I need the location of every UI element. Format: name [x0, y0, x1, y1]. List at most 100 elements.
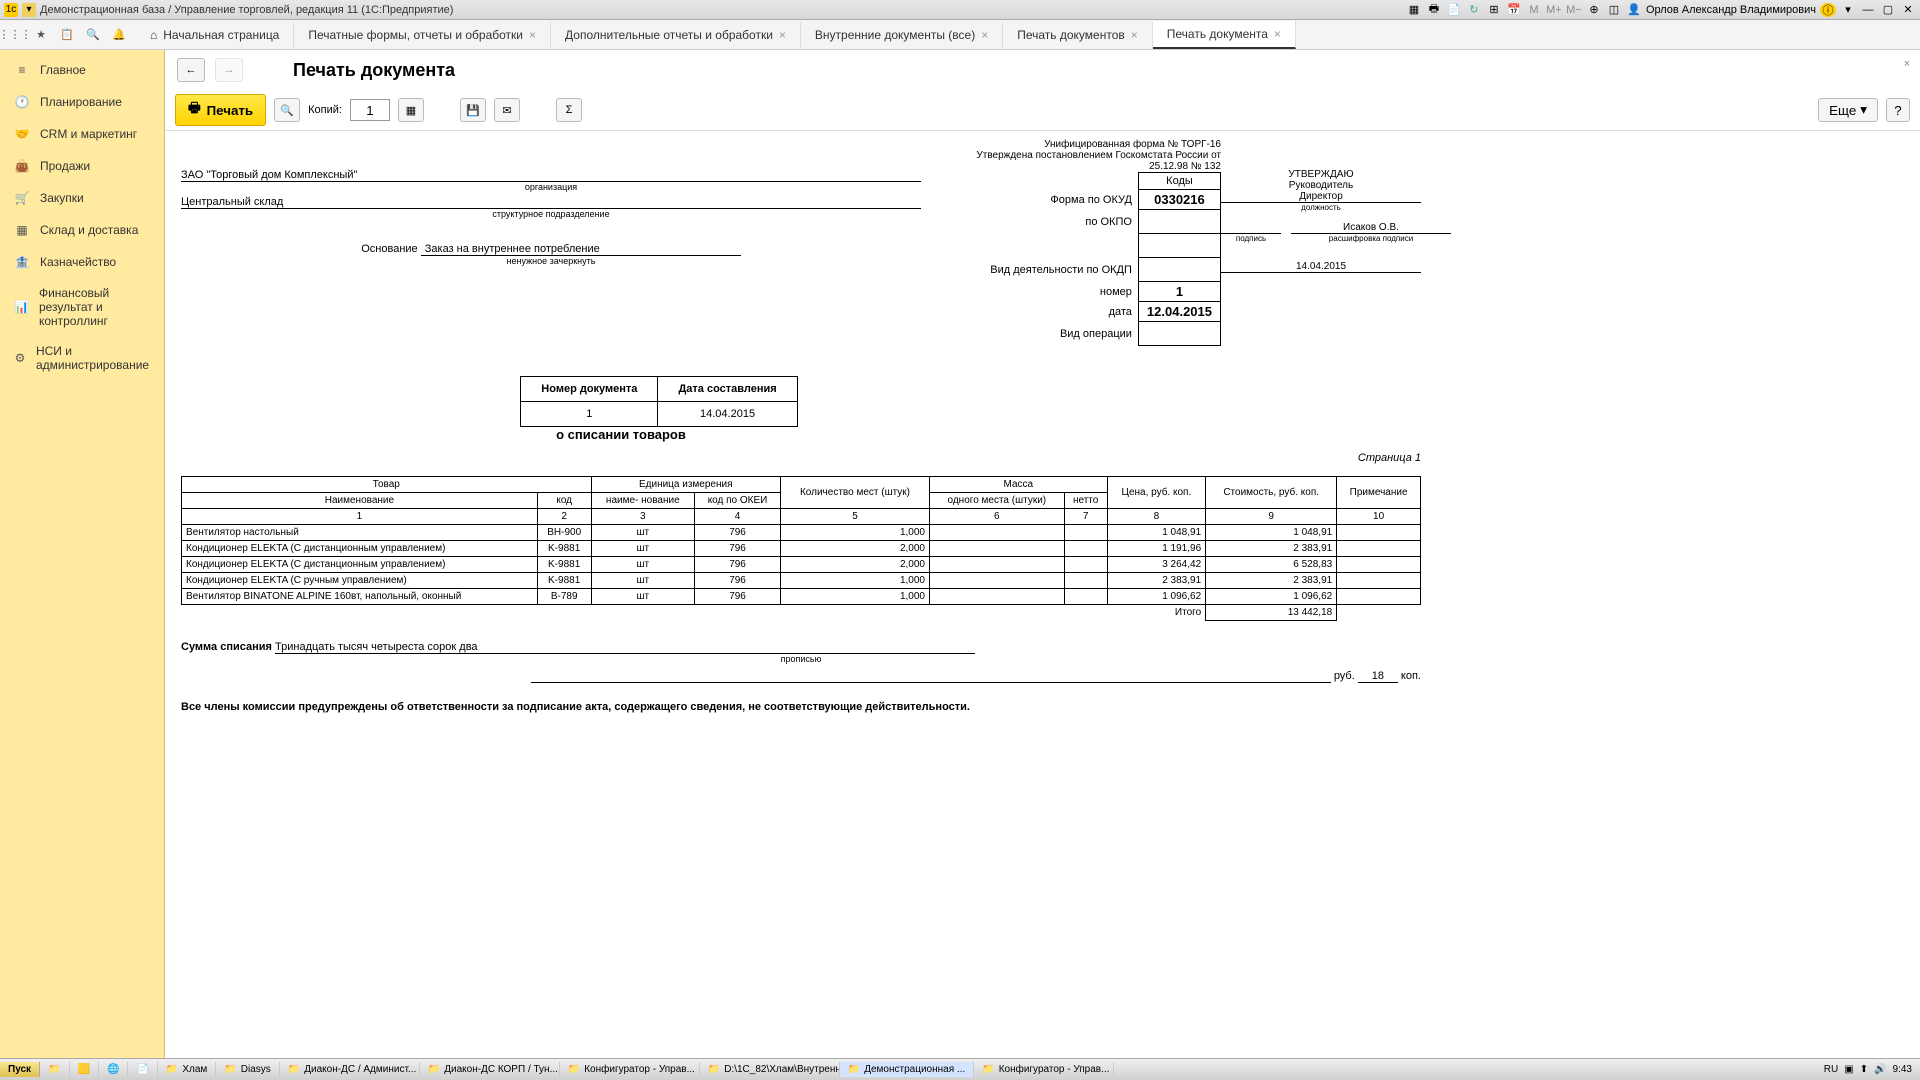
save-button[interactable]: 💾	[460, 98, 486, 122]
more-button[interactable]: Еще▾	[1818, 98, 1878, 122]
org-caption: организация	[181, 182, 921, 192]
lang-indicator[interactable]: RU	[1824, 1064, 1838, 1075]
m-plus-icon[interactable]: M+	[1546, 3, 1562, 17]
toolbar-icon[interactable]: ▦	[1406, 3, 1422, 17]
quick-launch[interactable]: 🌐	[99, 1062, 128, 1077]
app-icon: 1c	[4, 3, 18, 17]
close-icon[interactable]: ×	[1274, 27, 1281, 41]
dropdown-icon[interactable]: ▾	[22, 3, 36, 17]
sidebar-item-main[interactable]: ≡Главное	[0, 54, 164, 86]
tab-home[interactable]: ⌂ Начальная страница	[136, 22, 294, 48]
sidebar-label: Главное	[40, 63, 86, 77]
task-item[interactable]: 📁D:\1С_82\Хлам\Внутренн...	[700, 1062, 840, 1077]
form-header1: Унифицированная форма № ТОРГ-16	[941, 139, 1221, 150]
tray-icon[interactable]: ▣	[1844, 1064, 1853, 1075]
maximize-icon[interactable]: ▢	[1880, 3, 1896, 17]
tab-item[interactable]: Внутренние документы (все) ×	[801, 22, 1003, 48]
th-price: Цена, руб. коп.	[1107, 477, 1205, 509]
close-icon[interactable]: ×	[529, 28, 536, 42]
apps-icon[interactable]: ⋮⋮⋮	[6, 26, 24, 44]
bell-icon[interactable]: 🔔	[110, 26, 128, 44]
layout-icon[interactable]: ◫	[1606, 3, 1622, 17]
sidebar-label: Планирование	[40, 95, 122, 109]
start-button[interactable]: Пуск	[0, 1062, 40, 1077]
th-mass: Масса	[929, 477, 1107, 493]
sidebar-item-sales[interactable]: 👜Продажи	[0, 150, 164, 182]
window-title: Демонстрационная база / Управление торго…	[40, 4, 1406, 16]
doc-icon[interactable]: 📄	[1446, 3, 1462, 17]
forward-button[interactable]: →	[215, 58, 243, 82]
clipboard-icon[interactable]: 📋	[58, 26, 76, 44]
close-icon[interactable]: ×	[779, 28, 786, 42]
task-item[interactable]: 📁Конфигуратор - Управ...	[974, 1062, 1114, 1077]
gear-icon: ⚙	[14, 350, 26, 366]
tab-item[interactable]: Дополнительные отчеты и обработки×	[551, 22, 801, 48]
tab-label: Внутренние документы (все)	[815, 28, 975, 42]
tray-icon[interactable]: 🔊	[1874, 1064, 1886, 1075]
back-button[interactable]: ←	[177, 58, 205, 82]
sidebar-item-purchase[interactable]: 🛒Закупки	[0, 182, 164, 214]
document-area: ЗАО "Торговый дом Комплексный" организац…	[165, 131, 1920, 1060]
star-icon[interactable]: ★	[32, 26, 50, 44]
tab-item[interactable]: Печать документов×	[1003, 22, 1153, 48]
copies-input[interactable]	[350, 99, 390, 121]
table-row: Вентилятор настольныйBH-900шт7961,0001 0…	[182, 525, 1421, 541]
col-number: 6	[929, 509, 1064, 525]
close-icon[interactable]: ×	[1131, 28, 1138, 42]
sidebar-item-planning[interactable]: 🕐Планирование	[0, 86, 164, 118]
close-icon[interactable]: ×	[981, 28, 988, 42]
tab-item-active[interactable]: Печать документа×	[1153, 21, 1296, 49]
clock: 9:43	[1893, 1064, 1912, 1075]
sum-button[interactable]: Σ	[556, 98, 582, 122]
sidebar-label: Казначейство	[40, 255, 116, 269]
help-button[interactable]: ?	[1886, 98, 1910, 122]
rub-value: 18	[1358, 670, 1398, 683]
minimize-icon[interactable]: —	[1860, 3, 1876, 17]
page-number: Страница 1	[181, 452, 1421, 464]
sidebar-item-finance[interactable]: 📊Финансовый результат и контроллинг	[0, 278, 164, 336]
print-button[interactable]: 🖶Печать	[175, 94, 266, 126]
sidebar-item-crm[interactable]: 🤝CRM и маркетинг	[0, 118, 164, 150]
task-item[interactable]: 📁Diasys	[216, 1062, 279, 1077]
tab-item[interactable]: Печатные формы, отчеты и обработки×	[294, 22, 551, 48]
task-item[interactable]: 📁Демонстрационная ...	[840, 1062, 974, 1077]
dept-caption: структурное подразделение	[181, 209, 921, 219]
tabbar: ⌂ Начальная страница Печатные формы, отч…	[136, 21, 1914, 49]
quick-launch[interactable]: 🟨	[70, 1062, 99, 1077]
sidebar-label: Закупки	[40, 191, 84, 205]
more-label: Еще	[1829, 103, 1856, 118]
calc-icon[interactable]: ⊞	[1486, 3, 1502, 17]
preview-button[interactable]: 🔍	[274, 98, 300, 122]
close-page-icon[interactable]: ×	[1904, 58, 1910, 70]
th-note: Примечание	[1337, 477, 1421, 509]
m-icon[interactable]: M	[1526, 3, 1542, 17]
th-goods: Товар	[182, 477, 592, 493]
task-item[interactable]: 📁Хлам	[158, 1062, 216, 1077]
task-item[interactable]: 📁Конфигуратор - Управ...	[560, 1062, 700, 1077]
quick-launch[interactable]: 📄	[128, 1062, 157, 1077]
okud-value: 0330216	[1138, 190, 1220, 210]
refresh-icon[interactable]: ↻	[1466, 3, 1482, 17]
dropdown-icon[interactable]: ▾	[1840, 3, 1856, 17]
close-icon[interactable]: ✕	[1900, 3, 1916, 17]
sidebar-item-treasury[interactable]: 🏦Казначейство	[0, 246, 164, 278]
calendar-icon[interactable]: 📅	[1506, 3, 1522, 17]
table-row: Кондиционер ELEKTA (С дистанционным упра…	[182, 557, 1421, 573]
info-icon[interactable]: ⓘ	[1820, 3, 1836, 17]
quick-launch[interactable]: 📁	[40, 1062, 69, 1077]
zoom-in-icon[interactable]: ⊕	[1586, 3, 1602, 17]
task-item[interactable]: 📁Диакон-ДС КОРП / Тун...	[420, 1062, 560, 1077]
approve-date: 14.04.2015	[1221, 261, 1421, 273]
m-minus-icon[interactable]: M−	[1566, 3, 1582, 17]
sidebar-item-warehouse[interactable]: ▦Склад и доставка	[0, 214, 164, 246]
org-name: ЗАО "Торговый дом Комплексный"	[181, 139, 921, 182]
task-item[interactable]: 📁Диакон-ДС / Админист...	[280, 1062, 420, 1077]
sidebar-item-admin[interactable]: ⚙НСИ и администрирование	[0, 336, 164, 380]
search-icon[interactable]: 🔍	[84, 26, 102, 44]
sum-label: Сумма списания	[181, 641, 272, 653]
tray-icon[interactable]: ⬆	[1860, 1064, 1868, 1075]
mail-button[interactable]: ✉	[494, 98, 520, 122]
okdp-label: Вид деятельности по ОКДП	[982, 258, 1138, 282]
layout-button[interactable]: ▦	[398, 98, 424, 122]
print-icon[interactable]: 🖶	[1426, 3, 1442, 17]
